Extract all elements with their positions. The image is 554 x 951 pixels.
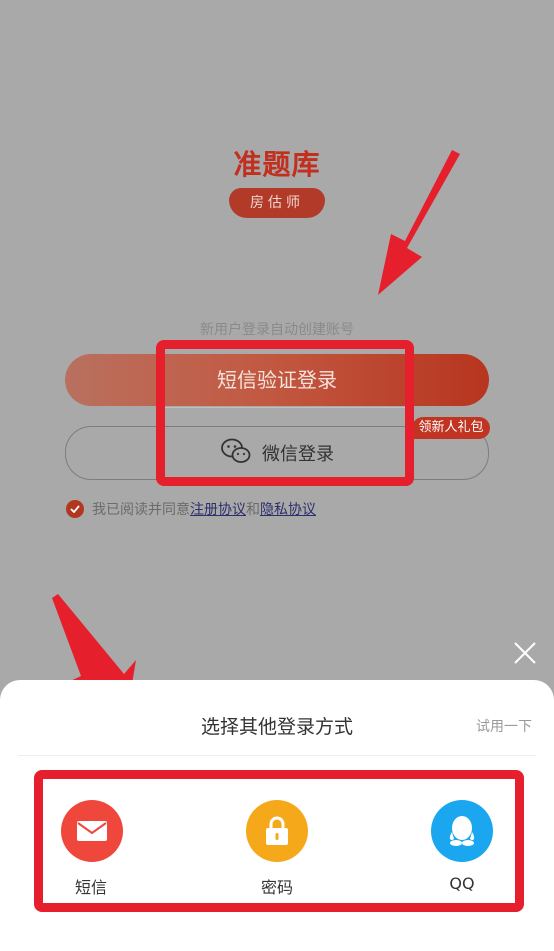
agree-checkbox[interactable] [66,500,84,518]
privacy-agreement-link[interactable]: 隐私协议 [260,502,316,518]
annotation-arrow-icon [378,150,460,295]
logo-text: 准题库 [233,148,321,181]
highlight-box-options [34,770,524,912]
close-icon[interactable] [512,640,538,666]
exam-badge: 房估师 [229,188,325,218]
and-text: 和 [246,502,260,518]
try-it-link[interactable]: 试用一下 [476,716,532,736]
register-agreement-link[interactable]: 注册协议 [190,502,246,518]
signup-hint: 新用户登录自动创建账号 [200,322,354,338]
agree-text: 我已阅读并同意 [92,502,190,518]
sheet-title: 选择其他登录方式 [200,716,353,738]
sheet-divider [18,755,536,756]
app-logo: 准题库 [0,143,554,183]
highlight-box-login [156,340,414,486]
newcomer-gift-badge: 领新人礼包 [412,417,490,439]
agreement-row: 我已阅读并同意注册协议和隐私协议 [66,499,316,519]
